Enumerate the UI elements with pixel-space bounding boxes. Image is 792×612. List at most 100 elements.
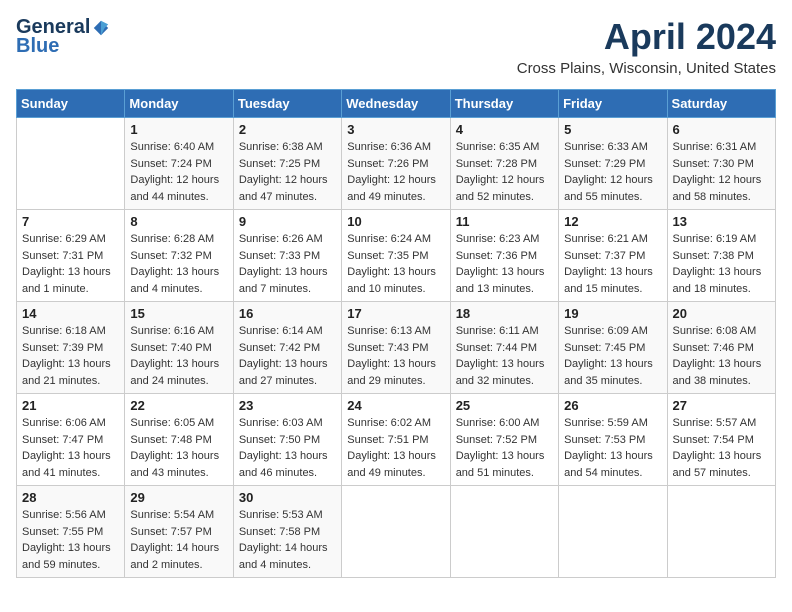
day-number: 8	[130, 214, 227, 229]
calendar-cell: 13Sunrise: 6:19 AMSunset: 7:38 PMDayligh…	[667, 210, 775, 302]
location-text: Cross Plains, Wisconsin, United States	[517, 60, 776, 77]
calendar-cell: 4Sunrise: 6:35 AMSunset: 7:28 PMDaylight…	[450, 118, 558, 210]
sun-info: Sunrise: 6:13 AMSunset: 7:43 PMDaylight:…	[347, 323, 444, 389]
calendar-cell: 27 Sunrise: 5:57 AMSunset: 7:54 PMDayligh…	[667, 394, 775, 486]
day-number: 26	[564, 398, 661, 413]
day-number: 2	[239, 122, 336, 137]
weekday-header-saturday: Saturday	[667, 90, 775, 118]
sun-info: Sunrise: 6:23 AMSunset: 7:36 PMDaylight:…	[456, 231, 553, 297]
calendar-cell	[559, 486, 667, 578]
weekday-header-thursday: Thursday	[450, 90, 558, 118]
calendar-cell: 29Sunrise: 5:54 AMSunset: 7:57 PMDayligh…	[125, 486, 233, 578]
sun-info: Sunrise: 5:57 AMSunset: 7:54 PMDaylight:…	[673, 415, 770, 481]
sun-info: Sunrise: 6:33 AMSunset: 7:29 PMDaylight:…	[564, 139, 661, 205]
sun-info: Sunrise: 5:56 AMSunset: 7:55 PMDaylight:…	[22, 507, 119, 573]
day-number: 1	[130, 122, 227, 137]
sun-info: Sunrise: 6:26 AMSunset: 7:33 PMDaylight:…	[239, 231, 336, 297]
calendar-cell: 17 Sunrise: 6:13 AMSunset: 7:43 PMDayligh…	[342, 302, 450, 394]
day-number: 21	[22, 398, 119, 413]
calendar-cell: 20 Sunrise: 6:08 AMSunset: 7:46 PMDayligh…	[667, 302, 775, 394]
page-header: General Blue April 2024 Cross Plains, Wi…	[16, 16, 776, 77]
calendar-table: SundayMondayTuesdayWednesdayThursdayFrid…	[16, 89, 776, 578]
calendar-cell: 19 Sunrise: 6:09 AMSunset: 7:45 PMDayligh…	[559, 302, 667, 394]
sun-info: Sunrise: 6:24 AMSunset: 7:35 PMDaylight:…	[347, 231, 444, 297]
month-title: April 2024	[517, 16, 776, 58]
sun-info: Sunrise: 6:18 AMSunset: 7:39 PMDaylight:…	[22, 323, 119, 389]
day-number: 11	[456, 214, 553, 229]
calendar-cell: 25Sunrise: 6:00 AMSunset: 7:52 PMDayligh…	[450, 394, 558, 486]
calendar-cell: 23 Sunrise: 6:03 AMSunset: 7:50 PMDayligh…	[233, 394, 341, 486]
calendar-cell: 8 Sunrise: 6:28 AMSunset: 7:32 PMDaylight…	[125, 210, 233, 302]
calendar-cell	[17, 118, 125, 210]
sun-info: Sunrise: 6:00 AMSunset: 7:52 PMDaylight:…	[456, 415, 553, 481]
calendar-cell: 1 Sunrise: 6:40 AMSunset: 7:24 PMDaylight…	[125, 118, 233, 210]
sun-info: Sunrise: 6:21 AMSunset: 7:37 PMDaylight:…	[564, 231, 661, 297]
sun-info: Sunrise: 6:03 AMSunset: 7:50 PMDaylight:…	[239, 415, 336, 481]
sun-info: Sunrise: 6:16 AMSunset: 7:40 PMDaylight:…	[130, 323, 227, 389]
sun-info: Sunrise: 5:59 AMSunset: 7:53 PMDaylight:…	[564, 415, 661, 481]
day-number: 27	[673, 398, 770, 413]
sun-info: Sunrise: 5:54 AMSunset: 7:57 PMDaylight:…	[130, 507, 227, 573]
week-row-3: 14 Sunrise: 6:18 AMSunset: 7:39 PMDayligh…	[17, 302, 776, 394]
calendar-cell: 30 Sunrise: 5:53 AMSunset: 7:58 PMDayligh…	[233, 486, 341, 578]
calendar-cell: 12 Sunrise: 6:21 AMSunset: 7:37 PMDayligh…	[559, 210, 667, 302]
day-number: 12	[564, 214, 661, 229]
sun-info: Sunrise: 6:02 AMSunset: 7:51 PMDaylight:…	[347, 415, 444, 481]
calendar-cell	[667, 486, 775, 578]
day-number: 17	[347, 306, 444, 321]
day-number: 6	[673, 122, 770, 137]
sun-info: Sunrise: 6:35 AMSunset: 7:28 PMDaylight:…	[456, 139, 553, 205]
weekday-header-monday: Monday	[125, 90, 233, 118]
day-number: 18	[456, 306, 553, 321]
sun-info: Sunrise: 6:09 AMSunset: 7:45 PMDaylight:…	[564, 323, 661, 389]
day-number: 14	[22, 306, 119, 321]
sun-info: Sunrise: 6:14 AMSunset: 7:42 PMDaylight:…	[239, 323, 336, 389]
sun-info: Sunrise: 6:40 AMSunset: 7:24 PMDaylight:…	[130, 139, 227, 205]
calendar-cell: 2Sunrise: 6:38 AMSunset: 7:25 PMDaylight…	[233, 118, 341, 210]
day-number: 19	[564, 306, 661, 321]
sun-info: Sunrise: 6:05 AMSunset: 7:48 PMDaylight:…	[130, 415, 227, 481]
weekday-header-wednesday: Wednesday	[342, 90, 450, 118]
day-number: 22	[130, 398, 227, 413]
weekday-header-row: SundayMondayTuesdayWednesdayThursdayFrid…	[17, 90, 776, 118]
logo-blue-text: Blue	[16, 35, 59, 57]
day-number: 20	[673, 306, 770, 321]
sun-info: Sunrise: 6:08 AMSunset: 7:46 PMDaylight:…	[673, 323, 770, 389]
calendar-cell: 15Sunrise: 6:16 AMSunset: 7:40 PMDayligh…	[125, 302, 233, 394]
calendar-cell: 5 Sunrise: 6:33 AMSunset: 7:29 PMDaylight…	[559, 118, 667, 210]
calendar-cell: 14 Sunrise: 6:18 AMSunset: 7:39 PMDayligh…	[17, 302, 125, 394]
sun-info: Sunrise: 6:06 AMSunset: 7:47 PMDaylight:…	[22, 415, 119, 481]
sun-info: Sunrise: 6:29 AMSunset: 7:31 PMDaylight:…	[22, 231, 119, 297]
calendar-cell: 22 Sunrise: 6:05 AMSunset: 7:48 PMDayligh…	[125, 394, 233, 486]
day-number: 3	[347, 122, 444, 137]
day-number: 23	[239, 398, 336, 413]
sun-info: Sunrise: 6:19 AMSunset: 7:38 PMDaylight:…	[673, 231, 770, 297]
calendar-cell: 11 Sunrise: 6:23 AMSunset: 7:36 PMDayligh…	[450, 210, 558, 302]
calendar-cell: 24Sunrise: 6:02 AMSunset: 7:51 PMDayligh…	[342, 394, 450, 486]
day-number: 16	[239, 306, 336, 321]
calendar-cell: 9 Sunrise: 6:26 AMSunset: 7:33 PMDaylight…	[233, 210, 341, 302]
day-number: 30	[239, 490, 336, 505]
calendar-cell: 21 Sunrise: 6:06 AMSunset: 7:47 PMDayligh…	[17, 394, 125, 486]
calendar-cell: 6Sunrise: 6:31 AMSunset: 7:30 PMDaylight…	[667, 118, 775, 210]
calendar-cell: 3 Sunrise: 6:36 AMSunset: 7:26 PMDaylight…	[342, 118, 450, 210]
day-number: 5	[564, 122, 661, 137]
weekday-header-sunday: Sunday	[17, 90, 125, 118]
calendar-cell: 26 Sunrise: 5:59 AMSunset: 7:53 PMDayligh…	[559, 394, 667, 486]
sun-info: Sunrise: 6:36 AMSunset: 7:26 PMDaylight:…	[347, 139, 444, 205]
week-row-4: 21 Sunrise: 6:06 AMSunset: 7:47 PMDayligh…	[17, 394, 776, 486]
week-row-2: 7Sunrise: 6:29 AMSunset: 7:31 PMDaylight…	[17, 210, 776, 302]
day-number: 28	[22, 490, 119, 505]
calendar-cell	[450, 486, 558, 578]
week-row-5: 28 Sunrise: 5:56 AMSunset: 7:55 PMDayligh…	[17, 486, 776, 578]
week-row-1: 1 Sunrise: 6:40 AMSunset: 7:24 PMDaylight…	[17, 118, 776, 210]
sun-info: Sunrise: 6:11 AMSunset: 7:44 PMDaylight:…	[456, 323, 553, 389]
logo: General Blue	[16, 16, 110, 58]
weekday-header-friday: Friday	[559, 90, 667, 118]
day-number: 9	[239, 214, 336, 229]
logo-icon	[92, 19, 110, 37]
calendar-cell: 18 Sunrise: 6:11 AMSunset: 7:44 PMDayligh…	[450, 302, 558, 394]
weekday-header-tuesday: Tuesday	[233, 90, 341, 118]
sun-info: Sunrise: 6:28 AMSunset: 7:32 PMDaylight:…	[130, 231, 227, 297]
sun-info: Sunrise: 5:53 AMSunset: 7:58 PMDaylight:…	[239, 507, 336, 573]
